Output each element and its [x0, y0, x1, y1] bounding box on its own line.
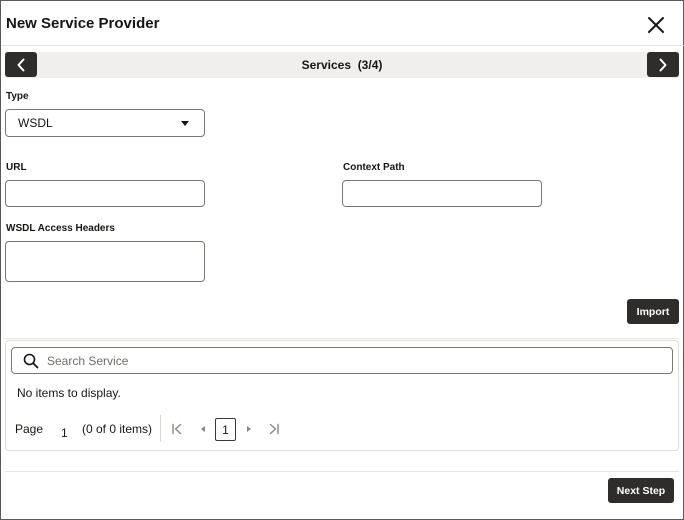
context-path-label: Context Path	[343, 162, 405, 173]
url-label: URL	[6, 162, 27, 173]
wsdl-access-headers-label: WSDL Access Headers	[6, 223, 115, 234]
pagination-page-label: Page	[15, 422, 44, 436]
step-title: Services (3/4)	[5, 58, 679, 72]
service-search-input[interactable]	[47, 351, 657, 370]
header-divider	[1, 45, 684, 46]
footer-divider	[5, 471, 679, 472]
step-progress: (3/4)	[357, 58, 383, 72]
wsdl-access-headers-textarea[interactable]	[5, 241, 205, 282]
service-search-box[interactable]	[11, 347, 673, 374]
new-service-provider-dialog: New Service Provider Services (3/4) Type…	[0, 0, 684, 520]
next-step-button[interactable]: Next Step	[608, 478, 674, 503]
step-name: Services	[301, 58, 352, 72]
chevron-right-icon	[659, 58, 667, 71]
search-icon	[23, 353, 39, 369]
previous-page-icon	[201, 426, 205, 432]
last-page-button[interactable]	[267, 422, 281, 436]
next-page-icon	[247, 426, 251, 432]
caret-down-icon	[181, 121, 189, 126]
page-number-input[interactable]: 1	[61, 426, 68, 440]
first-page-icon	[172, 423, 182, 435]
services-panel-divider	[5, 338, 679, 339]
close-icon	[648, 17, 664, 33]
dialog-title: New Service Provider	[6, 15, 160, 32]
type-label: Type	[6, 91, 29, 102]
next-page-button[interactable]	[242, 422, 256, 436]
next-step-arrow-button[interactable]	[647, 52, 679, 77]
previous-page-button[interactable]	[196, 422, 210, 436]
type-select-value: WSDL	[18, 116, 53, 130]
last-page-icon	[269, 423, 279, 435]
url-input[interactable]	[5, 180, 205, 207]
current-page-button[interactable]: 1	[215, 418, 236, 441]
context-path-input[interactable]	[342, 180, 542, 207]
empty-list-message: No items to display.	[17, 386, 121, 400]
step-navigation-bar: Services (3/4)	[5, 52, 679, 78]
import-button[interactable]: Import	[627, 299, 679, 324]
pagination-separator	[160, 415, 161, 442]
type-select[interactable]: WSDL	[5, 109, 205, 137]
close-button[interactable]	[643, 12, 669, 38]
pagination-item-count: (0 of 0 items)	[82, 422, 153, 436]
first-page-button[interactable]	[170, 422, 184, 436]
